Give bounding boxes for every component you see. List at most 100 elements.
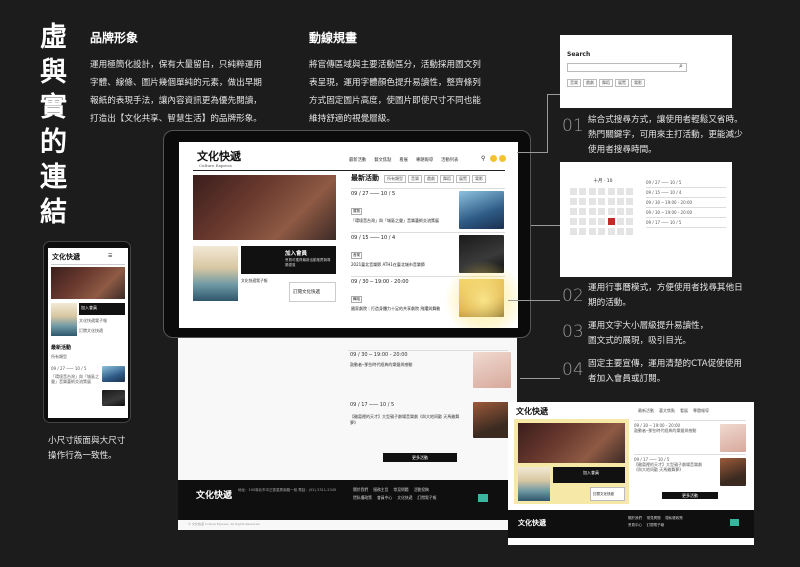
calendar-day[interactable]	[617, 218, 624, 225]
footer-link[interactable]: 關於我們	[628, 516, 642, 520]
site-logo[interactable]: 文化快遞	[197, 148, 241, 164]
calendar-day[interactable]	[598, 218, 606, 225]
footer-link[interactable]: 關於我們	[353, 487, 368, 492]
keyword-chip[interactable]: 舞蹈	[599, 79, 613, 87]
calendar-day[interactable]	[607, 198, 615, 205]
calendar-event[interactable]: 09 / 30 ─ 19:00 - 20:00	[646, 198, 726, 208]
calendar-day[interactable]	[588, 208, 596, 215]
nav-item[interactable]: 最新活動	[349, 157, 366, 163]
footer-link[interactable]: 會員中心	[628, 523, 642, 527]
calendar-day[interactable]	[626, 208, 634, 215]
event-text[interactable]: 【雞窩裡的天才】大型親子劇場音樂劇《與大地同歡 天馬雞舞夢》	[350, 414, 460, 426]
keyword-chip[interactable]: 戲劇	[583, 79, 597, 87]
calendar-event[interactable]: 09 / 30 ─ 19:00 - 20:00	[646, 208, 726, 218]
calendar-day[interactable]	[607, 228, 615, 235]
event-row[interactable]: 09 / 17 ─── 10 / 5 【雞窩裡的天才】大型親子劇場音樂劇《與大地…	[634, 454, 746, 488]
calendar-day[interactable]	[570, 198, 577, 205]
calendar-day[interactable]	[570, 218, 577, 225]
subscribe-box[interactable]: 訂閱文化快遞	[289, 282, 336, 302]
mobile-menu-icon[interactable]: ☰	[108, 253, 112, 259]
calendar-event[interactable]: 09 / 15 ─── 10 / 4	[646, 188, 726, 198]
footer-link[interactable]: 會員中心	[377, 495, 392, 500]
calendar-day[interactable]	[579, 228, 587, 235]
nav-item[interactable]: 看展	[680, 408, 688, 414]
keyword-chip[interactable]: 音樂	[567, 79, 581, 87]
mobile-filter[interactable]: 所有類型	[51, 354, 67, 360]
footer-link[interactable]: 服務主旨	[373, 487, 388, 492]
user-icon[interactable]: ⚲	[481, 155, 485, 162]
calendar-event[interactable]: 09 / 17 ─── 10 / 5	[646, 218, 726, 228]
filter-tab[interactable]: 展覽	[456, 175, 470, 183]
calendar-day[interactable]	[579, 188, 587, 195]
calendar-day[interactable]	[598, 208, 606, 215]
preview-subscribe[interactable]: 訂閱文化快遞	[590, 487, 625, 501]
calendar-day[interactable]	[607, 218, 615, 225]
search-icon[interactable]	[490, 155, 497, 162]
calendar-day[interactable]	[617, 228, 624, 235]
keyword-chip[interactable]: 展覽	[615, 79, 629, 87]
more-events-button[interactable]: 更多活動	[383, 453, 457, 462]
app-badge-icon[interactable]	[478, 494, 488, 502]
calendar-day[interactable]	[579, 218, 587, 225]
footer-link[interactable]: 活動投稿	[414, 487, 429, 492]
calendar-day[interactable]	[598, 198, 606, 205]
calendar-day[interactable]	[579, 208, 587, 215]
nav-item[interactable]: 藝文焦點	[659, 408, 675, 414]
nav-item[interactable]: 專題報導	[693, 408, 709, 414]
calendar-day[interactable]	[617, 198, 624, 205]
calendar-day[interactable]	[570, 208, 577, 215]
app-badge-icon[interactable]	[730, 519, 739, 526]
calendar-day[interactable]	[626, 198, 634, 205]
keyword-chip[interactable]: 電影	[631, 79, 645, 87]
calendar-day[interactable]	[607, 188, 615, 195]
calendar-day[interactable]	[570, 228, 577, 235]
nav-item[interactable]: 藝文焦點	[374, 157, 391, 163]
promo-poster[interactable]	[193, 246, 238, 301]
mobile-event-text[interactable]: 「環境音台灣」與「城區之聲」音樂藝術交流策展	[51, 374, 99, 384]
calendar-day[interactable]	[588, 228, 596, 235]
nav-item[interactable]: 最新活動	[638, 408, 654, 414]
calendar-day[interactable]	[626, 228, 634, 235]
search-icon[interactable]: ⌕	[679, 62, 683, 71]
filter-tab[interactable]: 戲劇	[424, 175, 438, 183]
filter-tab[interactable]: 所有類型	[384, 175, 406, 183]
search-input[interactable]	[567, 63, 687, 72]
join-member-cta[interactable]: 加入會員 會員可獲得最新活動推薦與專屬優惠	[241, 246, 336, 274]
preview-more-button[interactable]: 更多活動	[662, 492, 718, 499]
footer-link[interactable]: 文化快遞	[397, 495, 412, 500]
event-text[interactable]: 鼓動者─那些時代經典的樂聲與感動	[350, 362, 460, 368]
calendar-day[interactable]	[617, 208, 624, 215]
calendar-day[interactable]	[617, 188, 624, 195]
calendar-day[interactable]	[588, 198, 596, 205]
footer-link[interactable]: 訂閱電子報	[647, 523, 665, 527]
nav-item[interactable]: 專題報導	[416, 157, 433, 163]
calendar-day[interactable]	[626, 188, 634, 195]
footer-link[interactable]: 隱私權政策	[353, 495, 372, 500]
calendar-day[interactable]	[626, 218, 634, 225]
calendar-day[interactable]	[607, 208, 615, 215]
nav-item[interactable]: 看展	[399, 157, 408, 163]
calendar-day[interactable]	[588, 218, 596, 225]
mobile-subscribe[interactable]: 訂閱文化快遞	[79, 328, 125, 334]
nav-item[interactable]: 活動列表	[441, 157, 458, 163]
event-row[interactable]: 09 / 27 ─── 10 / 5 展覽 「環境音台灣」與「城區之聲」音樂藝術…	[351, 188, 505, 232]
filter-tab[interactable]: 音樂	[408, 175, 422, 183]
mobile-join[interactable]: 加入會員	[79, 303, 125, 315]
filter-tab[interactable]: 電影	[472, 175, 486, 183]
filter-tab[interactable]: 舞蹈	[440, 175, 454, 183]
event-row[interactable]: 09 / 30 ─ 19:00 - 20:00 鼓動者─那些時代經典的樂聲與感動	[634, 420, 746, 454]
calendar-event[interactable]: 09 / 27 ─── 10 / 5	[646, 178, 726, 188]
footer-link[interactable]: 隱私權政策	[665, 516, 683, 520]
preview-logo[interactable]: 文化快遞	[516, 406, 548, 417]
calendar-day[interactable]	[598, 228, 606, 235]
preview-join-cta[interactable]: 加入會員	[553, 467, 625, 483]
preview-poster[interactable]	[518, 467, 550, 501]
calendar-day[interactable]	[570, 188, 577, 195]
footer-link[interactable]: 常見問題	[393, 487, 408, 492]
hero-banner[interactable]	[193, 175, 336, 240]
footer-link[interactable]: 訂閱電子報	[417, 495, 436, 500]
menu-icon[interactable]	[499, 155, 506, 162]
calendar-day[interactable]	[598, 188, 606, 195]
preview-hero[interactable]	[518, 423, 625, 463]
footer-link[interactable]: 常見問題	[647, 516, 661, 520]
